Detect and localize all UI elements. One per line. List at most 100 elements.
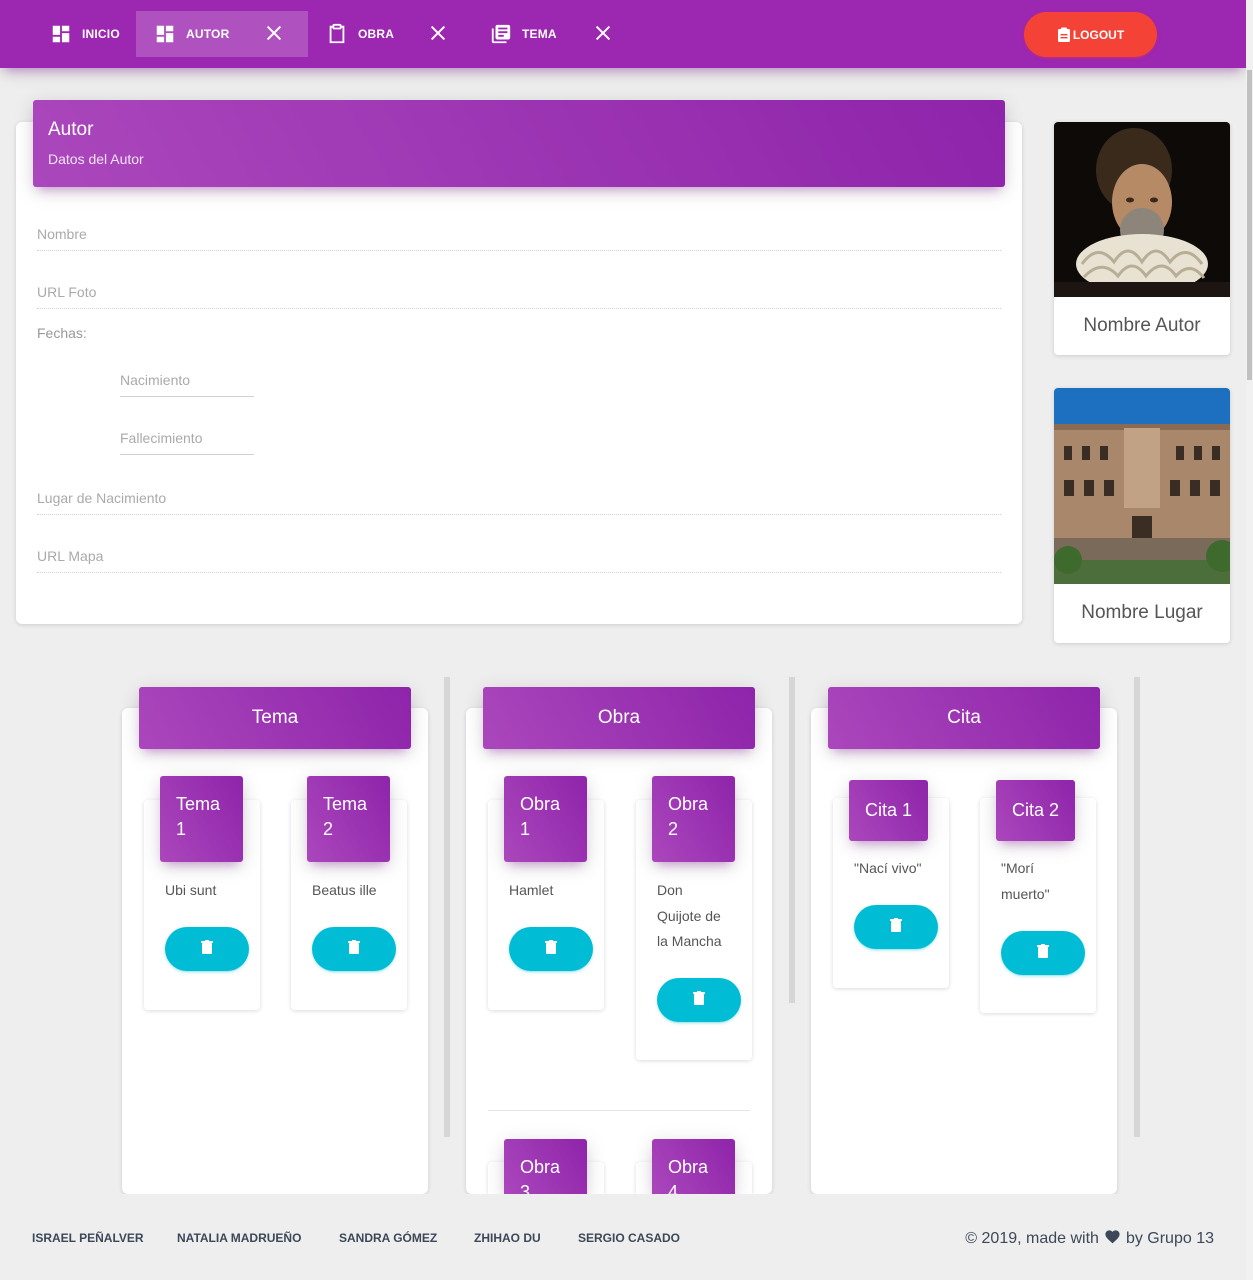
cita-card-2-text-line2: muerto" bbox=[1001, 885, 1050, 902]
tab-obra[interactable]: OBRA bbox=[326, 11, 394, 57]
trash-icon bbox=[890, 917, 902, 937]
fechas-label: Fechas: bbox=[37, 325, 87, 341]
tab-tema-label: TEMA bbox=[522, 27, 557, 41]
delete-tema-2-button[interactable] bbox=[312, 927, 396, 971]
clipboard-icon bbox=[1057, 27, 1071, 43]
tab-inicio-label: INICIO bbox=[82, 27, 120, 41]
clipboard-icon bbox=[326, 23, 348, 45]
tema-card-1-header-line2: 1 bbox=[176, 819, 187, 839]
obra-column-header: Obra bbox=[483, 687, 755, 749]
obra-card-2-text-line1: Don bbox=[657, 882, 683, 898]
obra-card-2-text-line2: Quijote de bbox=[657, 907, 721, 924]
tema-column-scrollbar[interactable] bbox=[444, 677, 450, 1137]
obra-card-4-header-line2: 4 bbox=[668, 1182, 679, 1194]
author-portrait-image bbox=[1054, 122, 1230, 297]
obra-card-1-header-line2: 1 bbox=[520, 819, 531, 839]
tab-tema[interactable]: TEMA bbox=[490, 11, 557, 57]
footer-link-sandra[interactable]: SANDRA GÓMEZ bbox=[339, 1231, 437, 1245]
obra-card-4-header: Obra 4 bbox=[652, 1139, 735, 1194]
place-name-caption: Nombre Lugar bbox=[1081, 602, 1203, 623]
library-books-icon bbox=[490, 23, 512, 45]
obra-card-1-header-line1: Obra bbox=[520, 794, 561, 814]
footer-link-israel[interactable]: ISRAEL PEÑALVER bbox=[32, 1231, 144, 1245]
tema-card-1-header-line1: Tema bbox=[176, 794, 221, 814]
delete-cita-1-button[interactable] bbox=[854, 905, 938, 949]
obra-card-1-text: Hamlet bbox=[509, 882, 554, 898]
tema-card-2-header-line1: Tema bbox=[323, 794, 368, 814]
trash-icon bbox=[201, 939, 213, 959]
footer-link-sergio[interactable]: SERGIO CASADO bbox=[578, 1231, 680, 1245]
author-card-header: Autor Datos del Autor bbox=[33, 100, 1005, 187]
tab-obra-label: OBRA bbox=[358, 27, 395, 41]
place-image bbox=[1054, 388, 1230, 584]
tema-card-2-text: Beatus ille bbox=[312, 882, 377, 898]
delete-obra-1-button[interactable] bbox=[509, 927, 593, 971]
close-tab-autor-icon[interactable] bbox=[263, 22, 285, 44]
lugar-nacimiento-field[interactable]: Lugar de Nacimiento bbox=[37, 487, 1001, 515]
top-navbar: INICIO AUTOR OBRA TEMA LOGOUT bbox=[0, 0, 1246, 68]
obra-card-3-header-line1: Obra bbox=[520, 1157, 561, 1177]
close-tab-obra-icon[interactable] bbox=[427, 22, 449, 44]
obra-card-2: Obra 2 Don Quijote de la Mancha bbox=[636, 776, 752, 1060]
cita-card-1-header: Cita 1 bbox=[849, 780, 928, 841]
delete-tema-1-button[interactable] bbox=[165, 927, 249, 971]
cita-card-2: Cita 2 "Morí muerto" bbox=[980, 780, 1096, 1013]
close-tab-tema-icon[interactable] bbox=[592, 22, 614, 44]
tema-card-2-header: Tema 2 bbox=[307, 776, 390, 862]
logout-label: LOGOUT bbox=[1072, 27, 1125, 42]
lugar-nacimiento-label: Lugar de Nacimiento bbox=[37, 490, 167, 506]
tab-autor-label: AUTOR bbox=[186, 27, 230, 41]
trash-icon bbox=[693, 990, 705, 1010]
page-scrollbar-thumb[interactable] bbox=[1247, 70, 1252, 380]
obra-card-2-text-line3: la Mancha bbox=[657, 933, 722, 949]
obra-card-3-header-line2: 3 bbox=[520, 1182, 531, 1194]
obra-card-2-header: Obra 2 bbox=[652, 776, 735, 862]
obra-card-2-header-line1: Obra bbox=[668, 794, 709, 814]
url-foto-field[interactable]: URL Foto bbox=[37, 281, 1001, 309]
heart-icon bbox=[1104, 1228, 1121, 1249]
obra-card-1-header: Obra 1 bbox=[504, 776, 587, 862]
trash-icon bbox=[1037, 943, 1049, 963]
obra-card-2-header-line2: 2 bbox=[668, 819, 679, 839]
footer-link-zhihao[interactable]: ZHIHAO DU bbox=[474, 1231, 541, 1245]
cita-card-1-text: "Nací vivo" bbox=[854, 860, 922, 876]
place-photo-card: Nombre Lugar bbox=[1054, 388, 1230, 643]
logout-button[interactable]: LOGOUT bbox=[1024, 12, 1157, 57]
tema-column-header: Tema bbox=[139, 687, 411, 749]
obra-row-divider bbox=[488, 1110, 750, 1111]
obra-card-3-header: Obra 3 bbox=[504, 1139, 587, 1194]
dashboard-icon bbox=[154, 23, 176, 45]
tema-card-1-text: Ubi sunt bbox=[165, 882, 217, 898]
tema-card-1: Tema 1 Ubi sunt bbox=[144, 776, 260, 1010]
nacimiento-field[interactable]: Nacimiento bbox=[120, 369, 254, 397]
url-mapa-label: URL Mapa bbox=[37, 548, 104, 564]
nombre-field[interactable]: Nombre bbox=[37, 223, 1001, 251]
trash-icon bbox=[348, 939, 360, 959]
copyright-suffix: by Grupo 13 bbox=[1125, 1229, 1214, 1247]
copyright-prefix: © 2019, made with bbox=[965, 1229, 1099, 1247]
author-photo-card: Nombre Autor bbox=[1054, 122, 1230, 355]
delete-obra-2-button[interactable] bbox=[657, 978, 741, 1022]
cita-card-2-text: "Morí muerto" bbox=[1001, 856, 1050, 907]
cita-column-header: Cita bbox=[828, 687, 1100, 749]
fallecimiento-field[interactable]: Fallecimiento bbox=[120, 427, 254, 455]
obra-card-2-text: Don Quijote de la Mancha bbox=[657, 878, 722, 955]
tema-card-1-header: Tema 1 bbox=[160, 776, 243, 862]
footer-link-natalia[interactable]: NATALIA MADRUEÑO bbox=[177, 1231, 301, 1245]
nombre-label: Nombre bbox=[37, 226, 87, 242]
cita-card-1: Cita 1 "Nací vivo" bbox=[833, 780, 949, 988]
obra-column-scrollbar[interactable] bbox=[789, 677, 795, 1003]
delete-cita-2-button[interactable] bbox=[1001, 931, 1085, 975]
tab-inicio[interactable]: INICIO bbox=[50, 11, 120, 57]
url-mapa-field[interactable]: URL Mapa bbox=[37, 545, 1001, 573]
author-name-caption: Nombre Autor bbox=[1083, 315, 1201, 336]
cita-card-2-text-line1: "Morí bbox=[1001, 860, 1034, 876]
obra-card-4-header-line1: Obra bbox=[668, 1157, 709, 1177]
copyright: © 2019, made with by Grupo 13 bbox=[965, 1228, 1214, 1249]
fallecimiento-label: Fallecimiento bbox=[120, 430, 203, 446]
cita-column-scrollbar[interactable] bbox=[1134, 677, 1140, 1137]
trash-icon bbox=[545, 939, 557, 959]
tema-card-2: Tema 2 Beatus ille bbox=[291, 776, 407, 1010]
url-foto-label: URL Foto bbox=[37, 284, 97, 300]
tema-card-2-header-line2: 2 bbox=[323, 819, 334, 839]
